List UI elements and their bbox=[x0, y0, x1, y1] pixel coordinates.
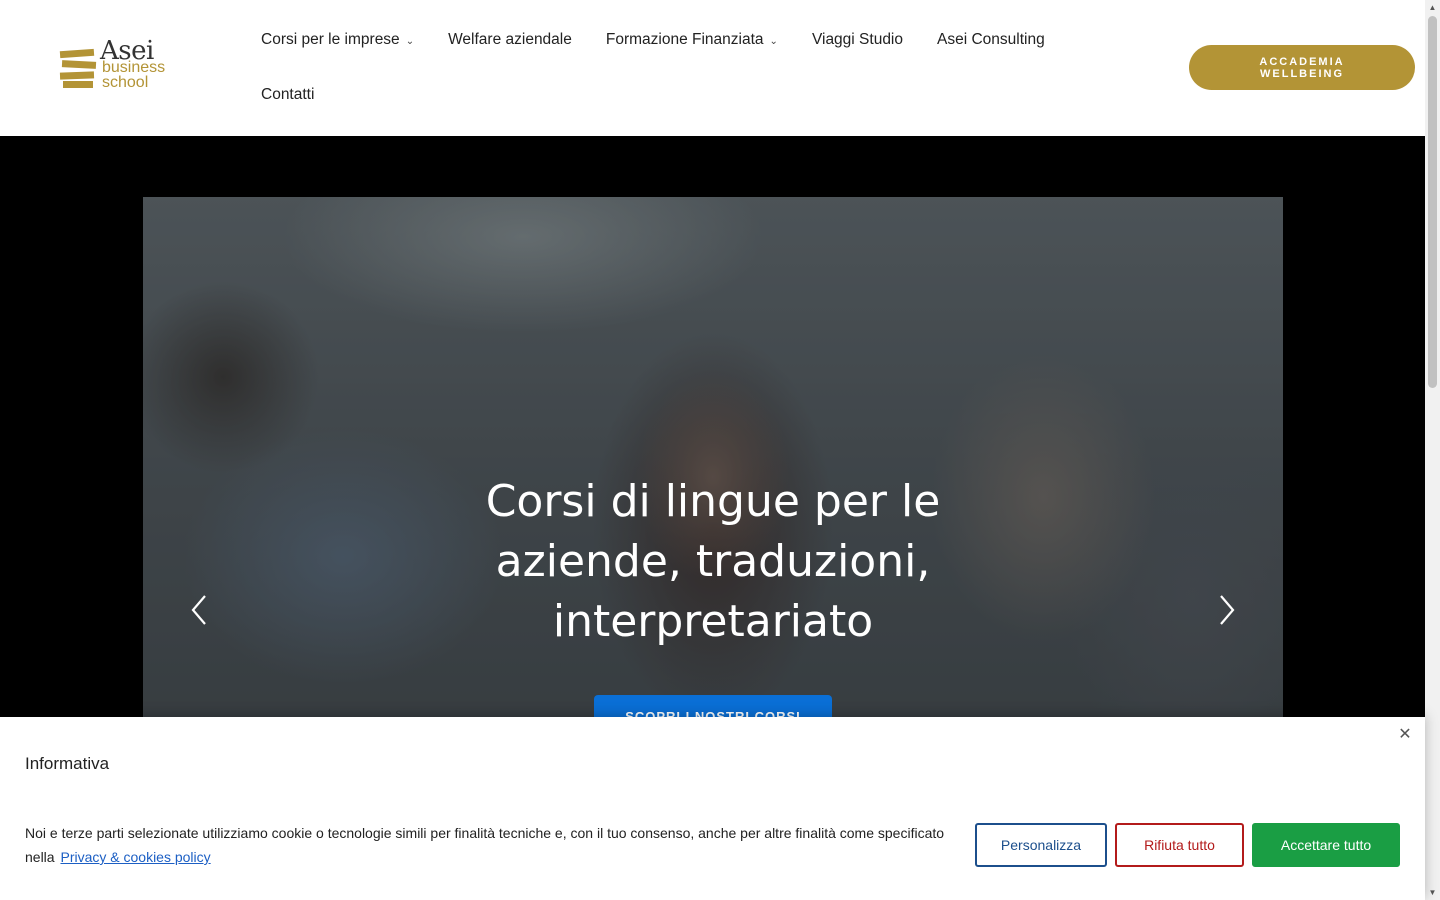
accetta-tutto-button[interactable]: Accettare tutto bbox=[1252, 823, 1400, 867]
nav-item-label: Welfare aziendale bbox=[448, 31, 572, 48]
nav-row: Contatti bbox=[244, 73, 1124, 117]
chevron-down-icon: ⌄ bbox=[769, 35, 778, 47]
nav-item-label: Asei Consulting bbox=[937, 31, 1045, 48]
close-icon[interactable]: ✕ bbox=[1396, 726, 1414, 744]
accademia-wellbeing-button[interactable]: ACCADEMIA WELLBEING bbox=[1189, 45, 1415, 90]
nav-item-label: Formazione Finanziata bbox=[605, 31, 764, 48]
privacy-policy-link[interactable]: Privacy & cookies policy bbox=[60, 849, 210, 865]
chevron-left-icon[interactable] bbox=[185, 590, 215, 630]
cta-line-2: WELLBEING bbox=[1260, 68, 1344, 80]
logo-mark-icon bbox=[59, 48, 97, 88]
scrollbar-thumb[interactable] bbox=[1428, 16, 1437, 388]
nav-item-welfare-aziendale[interactable]: Welfare aziendale bbox=[431, 31, 589, 49]
hero-title: Corsi di lingue per le aziende, traduzio… bbox=[485, 476, 941, 647]
chevron-right-icon[interactable] bbox=[1211, 590, 1241, 630]
nav-item-formazione-finanziata[interactable]: Formazione Finanziata ⌄ bbox=[589, 31, 795, 49]
nav-item-label: Contatti bbox=[261, 86, 315, 103]
personalizza-button[interactable]: Personalizza bbox=[975, 823, 1107, 867]
cta-line-1: ACCADEMIA bbox=[1259, 56, 1345, 68]
site-header: Asei business school Corsi per le impres… bbox=[0, 0, 1425, 136]
nav-item-label: Corsi per le imprese bbox=[261, 31, 400, 48]
chevron-down-icon: ⌄ bbox=[405, 35, 415, 47]
nav-item-contatti[interactable]: Contatti bbox=[244, 86, 331, 104]
main-nav: Corsi per le imprese ⌄ Welfare aziendale… bbox=[244, 18, 1124, 117]
logo-word-business-school: business school bbox=[102, 59, 166, 91]
rifiuta-tutto-button[interactable]: Rifiuta tutto bbox=[1115, 823, 1244, 867]
logo-word-business: business bbox=[102, 59, 166, 76]
page-scrollbar[interactable]: ▲ ▼ bbox=[1425, 0, 1440, 900]
nav-row: Corsi per le imprese ⌄ Welfare aziendale… bbox=[244, 18, 1124, 62]
scroll-up-arrow-icon[interactable]: ▲ bbox=[1425, 0, 1440, 15]
cookie-banner-text: Noi e terze parti selezionate utilizziam… bbox=[25, 821, 945, 869]
scroll-down-arrow-icon[interactable]: ▼ bbox=[1425, 885, 1440, 900]
cookie-banner-title: Informativa bbox=[25, 754, 110, 773]
logo[interactable]: Asei business school bbox=[59, 36, 180, 94]
nav-item-label: Viaggi Studio bbox=[811, 31, 903, 48]
nav-item-asei-consulting[interactable]: Asei Consulting bbox=[920, 31, 1062, 49]
logo-word-school: school bbox=[102, 74, 149, 91]
nav-item-corsi-per-le-imprese[interactable]: Corsi per le imprese ⌄ bbox=[244, 31, 431, 49]
cookie-banner: ✕ Informativa Noi e terze parti selezion… bbox=[0, 717, 1425, 900]
nav-item-viaggi-studio[interactable]: Viaggi Studio bbox=[795, 31, 920, 49]
